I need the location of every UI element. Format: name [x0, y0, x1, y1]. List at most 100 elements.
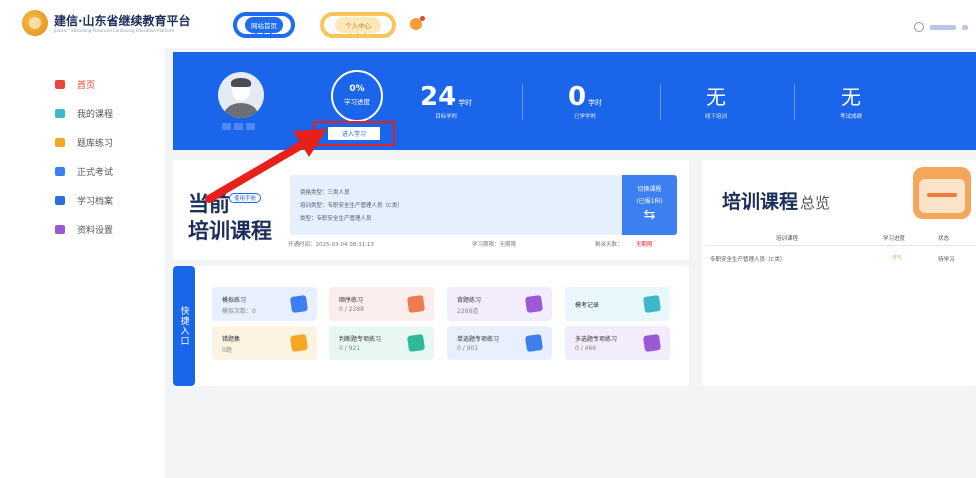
logo-subtitle: Jianxin · Shandong Provincial Continuing… — [54, 27, 175, 33]
nav-home-button[interactable]: • • • 网站首页 • • • — [233, 12, 295, 38]
sidebar-item-home[interactable]: 首页 — [0, 70, 165, 99]
mock-record-icon — [642, 294, 662, 314]
overview-title: 培训课程 总览 — [722, 187, 830, 214]
stat-value: 24 — [420, 82, 457, 112]
logo[interactable]: 建信·山东省继续教育平台 Jianxin · Shandong Provinci… — [22, 10, 191, 36]
tile-title: 背题练习 — [457, 297, 482, 304]
tile-subtitle: 0 / 921 — [339, 345, 361, 352]
course-info-box: 资格类型：三类人员 培训类型：专职安全生产管理人员（C类） 类型：专职安全生产管… — [290, 175, 625, 235]
sequential-practice-icon — [406, 294, 426, 314]
stat-offline-training: 无 线下培训 — [705, 84, 727, 120]
divider — [660, 84, 661, 120]
tile-title: 模考记录 — [575, 302, 600, 309]
practice-icon — [55, 138, 65, 147]
divider — [794, 84, 795, 120]
training-course-heading: 培训课程 — [188, 219, 272, 243]
sidebar-item-settings[interactable]: 资料设置 — [0, 215, 165, 244]
multi-choice-icon — [642, 333, 662, 353]
memorize-practice-icon — [524, 294, 544, 314]
sidebar: 首页 我的课程题库练习正式考试学习档案资料设置 — [0, 48, 165, 478]
archive-icon — [55, 196, 65, 205]
sidebar-item-exam[interactable]: 正式考试 — [0, 157, 165, 186]
divider — [522, 84, 523, 120]
dots-icon: • • • — [348, 31, 368, 38]
tile-title: 错题集 — [222, 336, 241, 343]
progress-label: 学习进度 — [344, 98, 370, 106]
stat-label: 考试成绩 — [840, 114, 863, 120]
stat-value: 无 — [841, 85, 861, 109]
tile-subtitle: 0 / 466 — [575, 345, 597, 352]
dots-icon: • • • — [348, 11, 368, 18]
tile-title: 模拟练习 — [222, 297, 247, 304]
logo-mark-icon — [22, 10, 48, 36]
stat-target-hours: 24 学时 目标学时 — [420, 84, 472, 120]
wrong-questions-icon — [289, 333, 309, 353]
quick-tile-mock-practice[interactable]: 模拟练习 模拟次数：0 — [212, 287, 317, 321]
stat-value: 0 — [568, 82, 587, 112]
quick-tile-wrong-questions[interactable]: 错题集 0题 — [212, 326, 317, 360]
sidebar-item-label: 题库练习 — [77, 139, 114, 149]
mock-practice-icon — [289, 294, 309, 314]
sidebar-item-label: 资料设置 — [77, 226, 114, 236]
row-course[interactable]: 专职安全生产管理人员（C类） — [710, 255, 785, 263]
single-choice-icon — [524, 333, 544, 353]
exam-icon — [55, 167, 65, 176]
annotation-arrow-icon — [205, 129, 327, 203]
days-left-label: 剩余天数： — [595, 242, 623, 248]
enter-study-label: 进入学习 — [327, 127, 380, 140]
user-name-masked — [962, 24, 968, 30]
stat-exam-score: 无 考试成绩 — [840, 84, 862, 120]
quick-tile-judgment-practice[interactable]: 判断题专项练习 0 / 921 — [329, 326, 434, 360]
quick-tile-multi-choice[interactable]: 多选题专项练习 0 / 466 — [565, 326, 670, 360]
quick-entry-label: 快捷入口 — [173, 266, 195, 386]
stat-label: 目标学时 — [435, 114, 458, 120]
dots-icon: • • • — [254, 11, 274, 18]
tile-subtitle: 0 / 901 — [457, 345, 479, 352]
nav-personal-center-button[interactable]: • • • 个人中心 • • • — [320, 12, 396, 38]
overview-title-suffix: 总览 — [800, 194, 831, 212]
sidebar-item-label: 正式考试 — [77, 168, 114, 178]
col-status: 状态 — [938, 236, 950, 242]
calendar-icon — [913, 167, 971, 219]
col-progress: 学习进度 — [883, 236, 906, 242]
tile-subtitle: 0题 — [222, 347, 232, 354]
sidebar-item-practice[interactable]: 题库练习 — [0, 128, 165, 157]
overview-title-main: 培训课程 — [722, 191, 799, 213]
stat-value: 无 — [706, 85, 726, 109]
switch-arrows-icon: ⇆ — [643, 207, 656, 223]
row-progress: 0% — [893, 255, 902, 261]
judgment-practice-icon — [406, 333, 426, 353]
progress-ring: 0% 学习进度 — [331, 70, 383, 122]
avatar — [218, 72, 264, 118]
quick-tile-single-choice[interactable]: 单选题专项练习 0 / 901 — [447, 326, 552, 360]
home-icon — [55, 80, 65, 89]
switch-sub: (已报1科) — [636, 198, 663, 205]
stat-label: 已学学时 — [574, 114, 597, 120]
tile-subtitle: 0 / 2288 — [339, 306, 364, 313]
user-name-masked — [930, 24, 956, 30]
sidebar-item-label: 学习档案 — [77, 197, 114, 207]
sidebar-item-book[interactable]: 我的课程 — [0, 99, 165, 128]
stat-studied-hours: 0 学时 已学学时 — [568, 84, 602, 120]
quick-tile-sequential-practice[interactable]: 顺序练习 0 / 2288 — [329, 287, 434, 321]
quick-tile-memorize-practice[interactable]: 背题练习 2288道 — [447, 287, 552, 321]
notification-bulb-icon[interactable] — [410, 16, 425, 30]
tile-title: 多选题专项练习 — [575, 336, 618, 343]
col-course: 培训课程 — [776, 236, 799, 242]
sidebar-nav: 首页 我的课程题库练习正式考试学习档案资料设置 — [0, 70, 165, 244]
switch-course-button[interactable]: 切换课程 (已报1科) ⇆ — [622, 175, 677, 235]
tile-title: 顺序练习 — [339, 297, 364, 304]
settings-icon — [55, 225, 65, 234]
quick-tile-mock-record[interactable]: 模考记录 — [565, 287, 670, 321]
info-type: 类型：专职安全生产管理人员 — [300, 216, 372, 222]
sidebar-item-archive[interactable]: 学习档案 — [0, 186, 165, 215]
logo-title: 建信·山东省继续教育平台 — [54, 13, 191, 28]
stat-unit: 学时 — [458, 99, 473, 107]
progress-value: 0% — [349, 84, 365, 94]
stat-unit: 学时 — [588, 99, 603, 107]
user-menu[interactable] — [914, 22, 968, 32]
study-period: 学习期限：无期限 — [472, 242, 517, 248]
tile-title: 单选题专项练习 — [457, 336, 500, 343]
switch-label: 切换课程 — [637, 186, 662, 193]
open-time: 开通时间：2025-03-04 08:31:13 — [288, 242, 374, 248]
